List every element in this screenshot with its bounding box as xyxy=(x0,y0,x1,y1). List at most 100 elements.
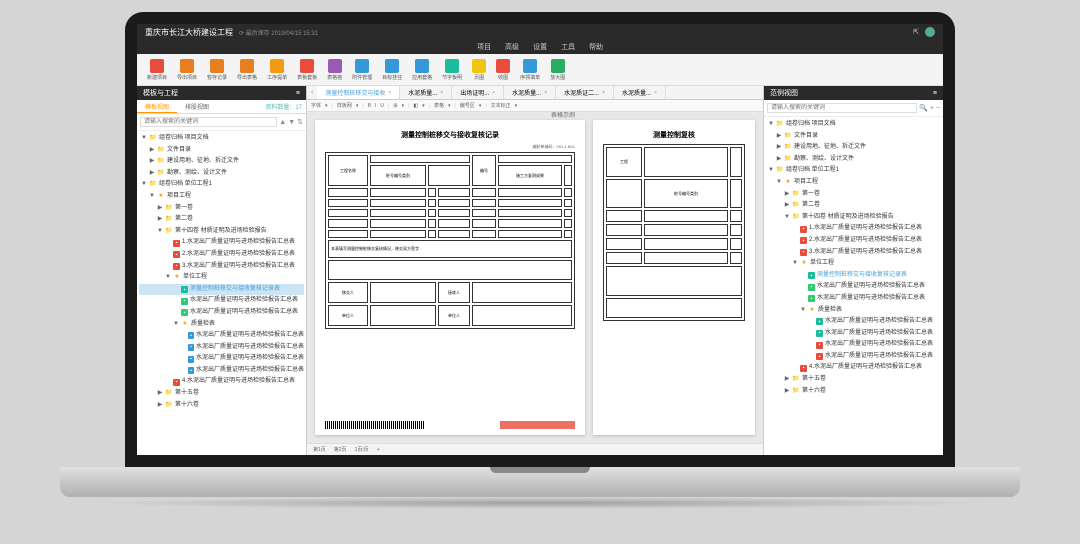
tree-item[interactable]: ▪水泥出厂质量证明与进场检验报告汇总表 xyxy=(139,353,304,365)
doc-tab[interactable]: 出场证明...× xyxy=(452,86,504,99)
tree-item[interactable]: ▪测量控制桩移交与接收复核记录表 xyxy=(139,284,304,296)
tool-应用套格[interactable]: 应用套格 xyxy=(408,57,436,83)
tree-item[interactable]: ▼📁组卷归档 项目文档 xyxy=(766,119,941,131)
tool-目标挂住[interactable]: 目标挂住 xyxy=(378,57,406,83)
doc-tab[interactable]: 测量控制桩移交与接收× xyxy=(317,86,400,99)
tree-item[interactable]: ▼★质量检表 xyxy=(766,305,941,317)
tree-item[interactable]: ▼★质量检表 xyxy=(139,319,304,331)
tool-暂存记录[interactable]: 暂存记录 xyxy=(203,57,231,83)
menu-设置[interactable]: 设置 xyxy=(533,42,547,52)
tabs-prev-icon[interactable]: ‹ xyxy=(307,89,317,96)
tree-item[interactable]: ▪水泥出厂质量证明与进场检验报告汇总表 xyxy=(139,330,304,342)
format-btn[interactable]: B xyxy=(368,103,371,109)
tree-item[interactable]: ▶📁第二卷 xyxy=(766,200,941,212)
tool-页图[interactable]: 页图 xyxy=(468,57,490,83)
tool-放大图[interactable]: 放大图 xyxy=(546,57,569,83)
format-btn[interactable]: ⊞ xyxy=(393,103,397,109)
tree-item[interactable]: ▪水泥出厂质量证明与进场检验报告汇总表 xyxy=(766,328,941,340)
tree-item[interactable]: ▼📁组卷归档 单位工程1 xyxy=(139,179,304,191)
tree-item[interactable]: ▶📁第一卷 xyxy=(139,203,304,215)
tree-item[interactable]: ▪3.水泥出厂质量证明与进场检验报告汇总表 xyxy=(766,247,941,259)
tree-item[interactable]: ▶📁文件目录 xyxy=(766,131,941,143)
pager-item[interactable]: + xyxy=(377,447,380,453)
tree-item[interactable]: ▶📁建设用地、征地、拆迁文件 xyxy=(766,142,941,154)
tree-item[interactable]: ▶📁第十五卷 xyxy=(766,374,941,386)
tool-导出项目[interactable]: 导出项目 xyxy=(173,57,201,83)
tree-item[interactable]: ▶📁第二卷 xyxy=(139,214,304,226)
remove-icon[interactable]: − xyxy=(936,105,940,112)
tree-item[interactable]: ▼📁第十四卷 材质证明及进场检验报告 xyxy=(139,226,304,238)
tree-item[interactable]: ▪水泥出厂质量证明与进场检验报告汇总表 xyxy=(766,281,941,293)
tab-sort-view[interactable]: 排股视图 xyxy=(177,100,217,113)
expand-icon[interactable]: ⇅ xyxy=(297,118,303,126)
pager-item[interactable]: 1页/页 xyxy=(355,446,369,453)
tree-item[interactable]: ▶📁第十六卷 xyxy=(139,400,304,412)
tool-收图[interactable]: 收图 xyxy=(492,57,514,83)
tree-item[interactable]: ▪水泥出厂质量证明与进场检验报告汇总表 xyxy=(139,365,304,377)
avatar[interactable] xyxy=(925,27,935,37)
add-icon[interactable]: + xyxy=(930,105,934,112)
sort-down-icon[interactable]: ▼ xyxy=(288,119,295,126)
panel-menu-icon[interactable]: ≡ xyxy=(933,90,937,97)
tree-item[interactable]: ▼★单位工程 xyxy=(766,258,941,270)
tree-item[interactable]: ▶📁建设用地、征地、拆迁文件 xyxy=(139,156,304,168)
tree-item[interactable]: ▶📁勘察、测绘、设计文件 xyxy=(139,168,304,180)
tree-item[interactable]: ▪2.水泥出厂质量证明与进场检验报告汇总表 xyxy=(139,249,304,261)
tree-item[interactable]: ▪水泥出厂质量证明与进场检验报告汇总表 xyxy=(766,351,941,363)
close-icon[interactable]: × xyxy=(654,90,657,96)
tool-节字板明[interactable]: 节字板明 xyxy=(438,57,466,83)
close-icon[interactable]: × xyxy=(602,90,605,96)
format-btn[interactable]: ▾ xyxy=(325,103,328,109)
tree-item[interactable]: ▼★单位工程 xyxy=(139,272,304,284)
tree-item[interactable]: ▼★项目工程 xyxy=(766,177,941,189)
tree-item[interactable]: ▪4.水泥出厂质量证明与进场检验报告汇总表 xyxy=(766,362,941,374)
format-btn[interactable]: ▾ xyxy=(448,103,451,109)
format-btn[interactable]: U xyxy=(380,103,384,109)
tree-item[interactable]: ▪2.水泥出厂质量证明与进场检验报告汇总表 xyxy=(766,235,941,247)
tab-template-view[interactable]: 模板视图 xyxy=(137,100,177,113)
format-btn[interactable]: ▾ xyxy=(402,103,405,109)
tree-item[interactable]: ▪3.水泥出厂质量证明与进场检验报告汇总表 xyxy=(139,261,304,273)
panel-menu-icon[interactable]: ≡ xyxy=(296,90,300,97)
format-btn[interactable]: ▾ xyxy=(356,103,359,109)
menu-帮助[interactable]: 帮助 xyxy=(589,42,603,52)
tool-新建项目[interactable]: 新建项目 xyxy=(143,57,171,83)
format-btn[interactable]: 字体 xyxy=(311,102,321,109)
search-icon[interactable]: 🔍 xyxy=(919,104,928,112)
format-btn[interactable]: I xyxy=(375,103,376,109)
tree-item[interactable]: ▪1.水泥出厂质量证明与进场检验报告汇总表 xyxy=(766,223,941,235)
tree-item[interactable]: ▪1.水泥出厂质量证明与进场检验报告汇总表 xyxy=(139,237,304,249)
menu-工具[interactable]: 工具 xyxy=(561,42,575,52)
tool-工序提单[interactable]: 工序提单 xyxy=(263,57,291,83)
tool-表板套板[interactable]: 表板套板 xyxy=(293,57,321,83)
tree-item[interactable]: ▼📁第十四卷 材质证明及进场检验报告 xyxy=(766,212,941,224)
format-btn[interactable]: ▾ xyxy=(479,103,482,109)
menu-项目[interactable]: 项目 xyxy=(477,42,491,52)
doc-tab[interactable]: 水泥质量...× xyxy=(614,86,666,99)
format-btn[interactable]: ▾ xyxy=(422,103,425,109)
tree-item[interactable]: ▶📁第十五卷 xyxy=(139,388,304,400)
left-search-input[interactable] xyxy=(140,117,277,127)
tree-item[interactable]: ▼📁组卷归档 单位工程1 xyxy=(766,165,941,177)
tree-item[interactable]: ▶📁文件目录 xyxy=(139,145,304,157)
format-btn[interactable]: 样板网 xyxy=(337,102,352,109)
close-icon[interactable]: × xyxy=(544,90,547,96)
tree-item[interactable]: ▼📁组卷归档 项目文档 xyxy=(139,133,304,145)
tree-item[interactable]: ▪水泥出厂质量证明与进场检验报告汇总表 xyxy=(766,293,941,305)
tool-表格拖[interactable]: 表格拖 xyxy=(323,57,346,83)
doc-tab[interactable]: 水泥质量...× xyxy=(504,86,556,99)
menu-高级[interactable]: 高级 xyxy=(505,42,519,52)
pager-item[interactable]: 第2页 xyxy=(334,446,347,453)
doc-tab[interactable]: 水泥质量...× xyxy=(400,86,452,99)
tree-item[interactable]: ▶📁第十六卷 xyxy=(766,386,941,398)
tree-item[interactable]: ▪4.水泥出厂质量证明与进场检验报告汇总表 xyxy=(139,376,304,388)
format-btn[interactable]: ◧ xyxy=(413,103,418,109)
tool-附件管理[interactable]: 附件管理 xyxy=(348,57,376,83)
sort-up-icon[interactable]: ▲ xyxy=(279,119,286,126)
format-btn[interactable]: 文本标正 xyxy=(491,102,511,109)
tree-item[interactable]: ▪水泥出厂质量证明与进场检验报告汇总表 xyxy=(766,339,941,351)
tree-item[interactable]: ▶📁勘察、测绘、设计文件 xyxy=(766,154,941,166)
tree-item[interactable]: ▪水泥出厂质量证明与进场检验报告汇总表 xyxy=(139,342,304,354)
format-btn[interactable]: 表格 xyxy=(434,102,444,109)
tool-序领填单[interactable]: 序领填单 xyxy=(516,57,544,83)
